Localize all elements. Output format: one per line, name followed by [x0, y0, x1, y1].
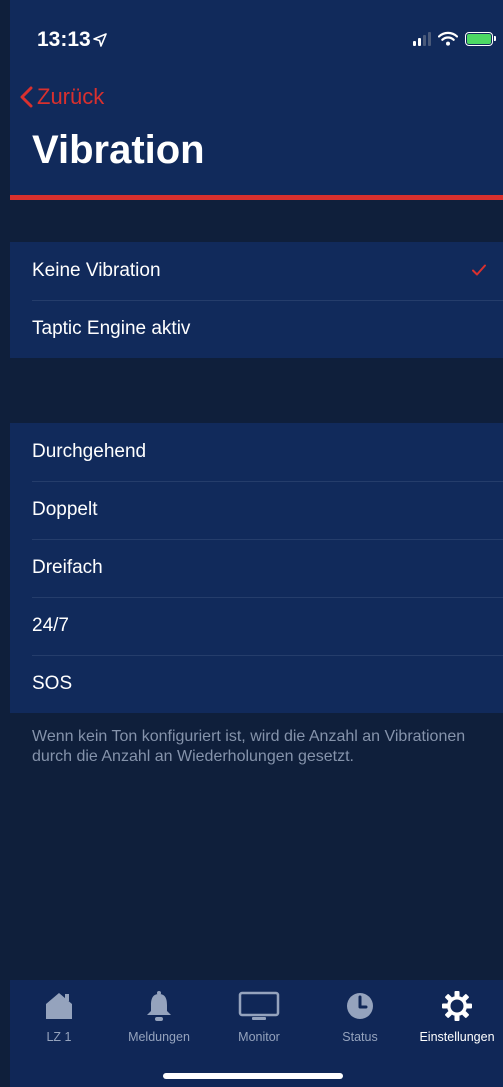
page-title: Vibration: [32, 128, 205, 172]
back-label: Zurück: [37, 84, 105, 109]
list-item-label: Dreifach: [32, 557, 103, 578]
back-button[interactable]: Zurück: [20, 84, 104, 110]
chevron-left-icon: [20, 86, 33, 108]
tab-lz1[interactable]: LZ 1: [10, 980, 108, 1060]
screen: 13:13 Zurück Vibration Keine Vibration T…: [10, 0, 503, 1087]
checkmark-icon: [472, 264, 486, 276]
section-footer-note: Wenn kein Ton konfiguriert ist, wird die…: [32, 728, 466, 765]
list-item-label: Doppelt: [32, 499, 98, 520]
list-item-durchgehend[interactable]: Durchgehend: [10, 423, 503, 481]
list-item-label: Keine Vibration: [32, 260, 161, 281]
tab-label: Meldungen: [128, 1030, 190, 1044]
bell-icon: [147, 991, 171, 1021]
tab-status[interactable]: Status: [311, 980, 409, 1060]
list-item-label: Taptic Engine aktiv: [32, 318, 191, 339]
monitor-icon: [238, 991, 280, 1020]
list-item-dreifach[interactable]: Dreifach: [10, 539, 503, 597]
vibration-pattern-list: Durchgehend Doppelt Dreifach 24/7 SOS: [10, 423, 503, 713]
list-item-taptic-engine[interactable]: Taptic Engine aktiv: [10, 300, 503, 358]
list-item-24-7[interactable]: 24/7: [10, 597, 503, 655]
home-indicator[interactable]: [163, 1073, 343, 1079]
header-accent-line: [10, 195, 503, 200]
header: 13:13 Zurück Vibration: [10, 0, 503, 195]
tab-bar: LZ 1 Meldungen Monitor Status Einstellun…: [10, 980, 503, 1087]
list-item-label: SOS: [32, 673, 73, 694]
status-time: 13:13: [37, 28, 91, 51]
vibration-mode-list: Keine Vibration Taptic Engine aktiv: [10, 242, 503, 358]
status-bar: 13:13: [10, 0, 503, 70]
cellular-signal-icon: [413, 31, 431, 46]
list-item-doppelt[interactable]: Doppelt: [10, 481, 503, 539]
home-icon: [46, 993, 72, 1019]
tab-label: LZ 1: [46, 1030, 72, 1044]
tab-monitor[interactable]: Monitor: [210, 980, 308, 1060]
list-item-keine-vibration[interactable]: Keine Vibration: [10, 242, 503, 300]
battery-charging-icon: [465, 31, 496, 46]
list-item-sos[interactable]: SOS: [10, 655, 503, 713]
status-icons: [413, 31, 496, 46]
location-arrow-icon: [93, 33, 107, 47]
gear-icon: [442, 991, 472, 1021]
list-item-label: 24/7: [32, 615, 69, 636]
list-item-label: Durchgehend: [32, 441, 147, 462]
tab-einstellungen[interactable]: Einstellungen: [408, 980, 503, 1060]
tab-label: Monitor: [238, 1030, 280, 1044]
tab-label: Einstellungen: [419, 1030, 495, 1044]
clock-icon: [347, 993, 373, 1019]
tab-meldungen[interactable]: Meldungen: [110, 980, 208, 1060]
tab-label: Status: [342, 1030, 378, 1044]
wifi-icon: [438, 31, 458, 46]
